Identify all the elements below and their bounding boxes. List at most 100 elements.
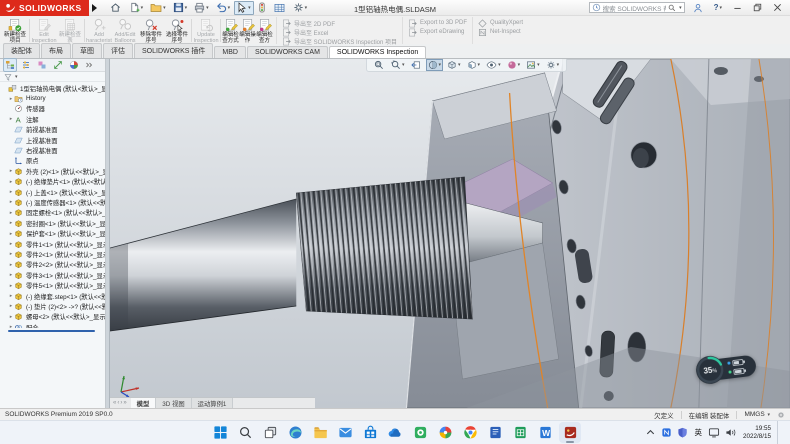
view-tool-button[interactable]: ▾	[465, 59, 483, 71]
qat-button[interactable]: ▾	[290, 1, 311, 15]
tray-button[interactable]	[725, 427, 737, 438]
dropdown-caret[interactable]: ▾	[679, 5, 682, 11]
taskbar-clock[interactable]: 19:55 2022/8/15	[743, 425, 771, 440]
command-tab[interactable]: SOLIDWORKS Inspection	[329, 46, 426, 58]
tree-filter-bar[interactable]: ▾	[0, 72, 105, 82]
ribbon-button[interactable]: Add Characteristic	[86, 17, 112, 44]
qat-button[interactable]: ▾	[147, 1, 169, 15]
menu-flyout-arrow-icon[interactable]	[92, 4, 97, 12]
feature-tree-item[interactable]: ▸ (-) 绝缘垫片<1> (默认<<默认>_显示	[0, 177, 105, 187]
qat-button[interactable]	[255, 1, 270, 15]
qat-button[interactable]: ▾	[213, 1, 234, 15]
tray-button[interactable]	[677, 427, 688, 438]
restore-button[interactable]	[750, 1, 765, 14]
feature-manager-tab[interactable]	[84, 59, 94, 71]
export-button[interactable]: Export to 3D PDF	[408, 19, 467, 27]
command-tab[interactable]: 评估	[103, 43, 133, 58]
show-desktop-button[interactable]	[777, 421, 780, 444]
document-tab[interactable]: 模型	[131, 398, 157, 408]
export-button[interactable]: Export eDrawing	[408, 28, 467, 36]
feature-tree-item[interactable]: ▸ A 注解	[0, 114, 105, 124]
view-tool-button[interactable]: ▾	[505, 59, 523, 71]
model-3d-assembly[interactable]	[110, 59, 790, 408]
tray-button[interactable]	[645, 427, 656, 438]
view-tool-button[interactable]: ▾	[389, 59, 407, 71]
command-tab[interactable]: MBD	[214, 46, 246, 58]
minimize-button[interactable]	[730, 1, 745, 14]
view-tool-button[interactable]: ▾	[524, 59, 542, 71]
ribbon-button[interactable]: 移除零件序号	[138, 17, 164, 44]
command-tab[interactable]: SOLIDWORKS CAM	[247, 46, 328, 58]
export-button[interactable]: QualityXpert	[478, 19, 523, 27]
ribbon-button[interactable]: 编辑检查方式	[222, 17, 239, 44]
ribbon-button[interactable]: Edit Inspection Project	[31, 17, 57, 44]
search-icon[interactable]	[668, 4, 676, 12]
help-button[interactable]: ?▾	[711, 1, 725, 14]
view-tool-button[interactable]: ▾	[426, 59, 444, 71]
command-tab[interactable]: 布局	[41, 43, 71, 58]
feature-tree-item[interactable]: ▸ 保护套<1> (默认<<默认>_显示状态	[0, 228, 105, 238]
feature-tree-item[interactable]: ▸ 零件1<1> (默认<<默认>_显示状态	[0, 239, 105, 249]
taskbar-app-button[interactable]	[309, 422, 331, 443]
input-language-indicator[interactable]: 英	[694, 427, 702, 438]
units-selector[interactable]: MMGS ▾	[744, 411, 770, 418]
export-button[interactable]: 导出至 Excel	[282, 28, 397, 36]
feature-manager-tab[interactable]	[36, 59, 48, 71]
taskbar-app-button[interactable]	[384, 422, 406, 443]
taskbar-app-button[interactable]	[409, 422, 431, 443]
command-tab[interactable]: SOLIDWORKS 插件	[134, 43, 213, 58]
taskbar-app-button[interactable]	[559, 422, 581, 443]
qat-button[interactable]: ▾	[170, 1, 191, 15]
view-tool-button[interactable]: ▾	[544, 59, 562, 71]
feature-tree-item[interactable]: 1型铝轴热电偶 (默认<默认>_显示状态-1	[0, 83, 105, 93]
taskbar-app-button[interactable]	[334, 422, 356, 443]
feature-tree-item[interactable]: ▸ 零件2<1> (默认<<默认>_显示状态	[0, 249, 105, 259]
feature-tree-item[interactable]: ▸ 零件2<2> (默认<<默认>_显示状态	[0, 260, 105, 270]
feature-tree-item[interactable]: 前视基准面	[0, 125, 105, 135]
feature-tree-item[interactable]: 上视基准面	[0, 135, 105, 145]
feature-tree-item[interactable]: ▸ 螺母<2> (默认<<默认>_显示状态	[0, 312, 105, 322]
view-tool-button[interactable]: ▾	[484, 59, 503, 71]
taskbar-app-button[interactable]	[284, 422, 306, 443]
export-button[interactable]: 导出至 SOLIDWORKS Inspection 项目	[282, 37, 397, 45]
feature-tree-item[interactable]: ▸ 零件5<1> (默认<<默认>_显示状态	[0, 280, 105, 290]
feature-tree-item[interactable]: ▸ 配合	[0, 322, 105, 328]
feature-tree-item[interactable]: 右视基准面	[0, 145, 105, 155]
command-tab[interactable]: 草图	[72, 43, 102, 58]
feature-tree-item[interactable]: ▸ 外壳 (2)<1> (默认<<默认>_显示状态	[0, 166, 105, 176]
tray-button[interactable]	[661, 427, 672, 438]
feature-tree-item[interactable]: ▸ (-) 上盖<1> (默认<<默认>_显示状态	[0, 187, 105, 197]
tab-scroll-arrows[interactable]: «‹›»	[110, 400, 131, 406]
ribbon-button[interactable]: 编辑检查方	[256, 17, 273, 44]
export-button[interactable]: 导出至 2D PDF	[282, 19, 397, 27]
rollback-bar[interactable]	[8, 330, 95, 332]
status-options-button[interactable]	[777, 411, 785, 419]
feature-tree-item[interactable]: ▸ (-) 垫片 (2)<2> ->? (默认<<默认>	[0, 301, 105, 311]
view-tool-button[interactable]	[409, 59, 424, 71]
taskbar-app-button[interactable]	[209, 422, 231, 443]
feature-manager-tab[interactable]	[4, 59, 16, 71]
taskbar-app-button[interactable]	[234, 422, 256, 443]
qat-button[interactable]: ▾	[126, 1, 147, 15]
feature-tree-item[interactable]: ▸ History	[0, 93, 105, 103]
ribbon-button[interactable]: Add/Edit Balloons	[112, 17, 138, 44]
qat-button[interactable]	[107, 1, 125, 15]
ribbon-button[interactable]: 新建检查项目 (amp;N)	[2, 17, 28, 44]
feature-manager-tab[interactable]	[20, 59, 32, 71]
feature-tree-item[interactable]: ▸ (-) 绝缘套.step<1> (默认<<默认>	[0, 291, 105, 301]
taskbar-app-button[interactable]	[259, 422, 281, 443]
document-tab[interactable]: 运动算例1	[192, 398, 234, 408]
ribbon-button[interactable]: 编辑操作	[239, 17, 256, 44]
feature-tree-item[interactable]: ▸ (-) 温度传感器<1> (默认<<默认>_显	[0, 197, 105, 207]
command-tab[interactable]: 装配体	[3, 43, 40, 58]
feature-tree-item[interactable]: ▸ 零件3<1> (默认<<默认>_显示状态	[0, 270, 105, 280]
view-tool-button[interactable]	[372, 59, 387, 71]
taskbar-app-button[interactable]	[484, 422, 506, 443]
feature-tree-item[interactable]: 原点	[0, 156, 105, 166]
ribbon-button[interactable]: Update Inspection Project	[193, 17, 219, 44]
qat-button[interactable]: ▾	[234, 1, 254, 15]
graphics-viewport[interactable]: ▾ ▾ ▾	[110, 59, 790, 408]
taskbar-app-button[interactable]	[434, 422, 456, 443]
ribbon-button[interactable]: 新建检查表	[57, 17, 83, 44]
view-tool-button[interactable]: ▾	[445, 59, 463, 71]
